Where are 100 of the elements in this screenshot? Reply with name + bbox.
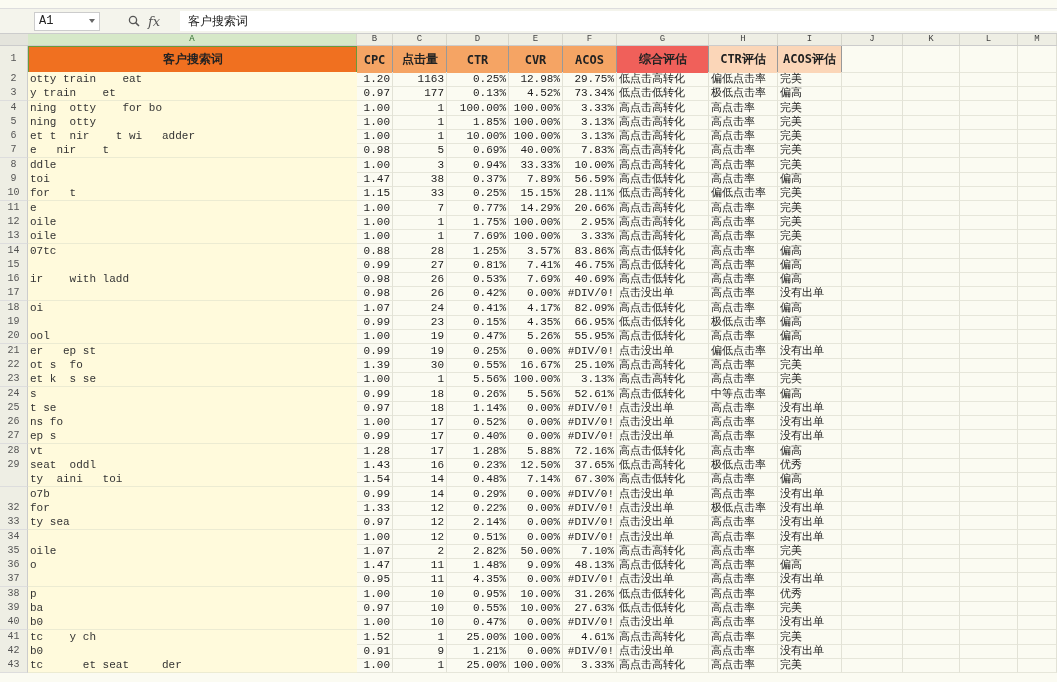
column-header[interactable]: B [357, 34, 393, 45]
table-cell: #DIV/0! [563, 400, 617, 416]
table-cell: 1.28% [447, 443, 509, 459]
table-cell: ty aini toi [28, 472, 357, 488]
column-header[interactable]: L [960, 34, 1018, 45]
empty-cell [903, 615, 960, 631]
empty-cell [960, 46, 1018, 73]
table-cell: 48.13% [563, 558, 617, 574]
column-header[interactable]: A [28, 34, 357, 45]
column-header[interactable]: G [617, 34, 709, 45]
table-cell: 高点击率 [709, 243, 778, 259]
table-cell: 极低点击率 [709, 86, 778, 102]
column-header[interactable]: J [842, 34, 903, 45]
table-cell: 100.00% [509, 114, 563, 130]
empty-cell [842, 200, 903, 216]
table-cell: 7.83% [563, 143, 617, 159]
empty-cell [960, 172, 1018, 188]
empty-cell [903, 357, 960, 373]
column-header[interactable]: E [509, 34, 563, 45]
table-cell: 83.86% [563, 243, 617, 259]
table-cell: 7.89% [509, 172, 563, 188]
table-cell: 11 [393, 558, 447, 574]
cell-reference-field[interactable]: A1 [34, 11, 100, 31]
table-cell: #DIV/0! [563, 343, 617, 359]
table-cell: 11 [393, 572, 447, 588]
empty-cell [1018, 643, 1057, 659]
table-cell: 完美 [778, 229, 842, 245]
empty-cell [842, 643, 903, 659]
table-cell: 0.69% [447, 143, 509, 159]
empty-cell [960, 157, 1018, 173]
function-label[interactable]: fx [148, 13, 161, 29]
table-cell: 高点击率 [709, 629, 778, 645]
table-cell: 完美 [778, 72, 842, 87]
empty-cell [903, 114, 960, 130]
table-cell: 16.67% [509, 357, 563, 373]
empty-cell [1018, 543, 1057, 559]
column-header[interactable]: M [1018, 34, 1057, 45]
table-cell: 1.47 [357, 172, 393, 188]
empty-cell [1018, 46, 1057, 73]
empty-cell [903, 400, 960, 416]
empty-cell [960, 615, 1018, 631]
column-header[interactable]: D [447, 34, 509, 45]
header-cell: CTR评估 [709, 46, 778, 73]
table-cell: 低点击高转化 [617, 458, 709, 473]
empty-cell [903, 558, 960, 574]
header-cell: ACOS评估 [778, 46, 842, 73]
empty-cell [1018, 143, 1057, 159]
table-cell: 10.00% [563, 157, 617, 173]
search-icon[interactable] [128, 15, 140, 27]
empty-cell [960, 343, 1018, 359]
table-cell: 0.55% [447, 601, 509, 616]
column-header[interactable]: F [563, 34, 617, 45]
empty-cell [903, 272, 960, 288]
row-header[interactable] [0, 472, 28, 488]
table-cell: 67.30% [563, 472, 617, 488]
empty-cell [1018, 315, 1057, 331]
table-cell: 高点击率 [709, 300, 778, 316]
empty-cell [1018, 243, 1057, 259]
table-cell: #DIV/0! [563, 415, 617, 431]
table-cell: 1.00 [357, 586, 393, 602]
table-cell: 高点击高转化 [617, 129, 709, 145]
formula-field[interactable]: 客户搜索词 [180, 11, 1057, 31]
table-cell: 0.00% [509, 415, 563, 431]
row-number: 20 [0, 329, 28, 345]
column-header[interactable]: H [709, 34, 778, 45]
empty-cell [1018, 343, 1057, 359]
table-cell: 3 [393, 157, 447, 173]
table-cell: 1.20 [357, 72, 393, 87]
table-cell: 高点击高转化 [617, 357, 709, 373]
empty-cell [1018, 472, 1057, 488]
table-cell: 7 [393, 200, 447, 216]
column-header[interactable]: I [778, 34, 842, 45]
empty-cell [903, 343, 960, 359]
table-cell: 25.10% [563, 357, 617, 373]
empty-cell [842, 143, 903, 159]
table-cell: 28.11% [563, 186, 617, 202]
table-cell: 高点击率 [709, 229, 778, 245]
empty-cell [960, 572, 1018, 588]
table-cell: 高点击率 [709, 114, 778, 130]
table-cell: 高点击低转化 [617, 329, 709, 345]
column-header[interactable]: K [903, 34, 960, 45]
table-cell: #DIV/0! [563, 615, 617, 631]
table-cell: 15.15% [509, 186, 563, 202]
empty-cell [903, 529, 960, 545]
table-cell: 没有出单 [778, 500, 842, 516]
table-cell: 0.95 [357, 572, 393, 588]
column-header[interactable]: C [393, 34, 447, 45]
table-cell: 1.75% [447, 214, 509, 230]
table-cell: 完美 [778, 357, 842, 373]
empty-cell [903, 458, 960, 473]
table-cell: 100.00% [509, 100, 563, 116]
empty-cell [903, 200, 960, 216]
table-cell: 0.95% [447, 586, 509, 602]
table-cell: 完美 [778, 629, 842, 645]
table-cell: 没有出单 [778, 643, 842, 659]
empty-cell [842, 214, 903, 230]
select-all-corner[interactable] [0, 34, 28, 45]
table-cell: 高点击率 [709, 400, 778, 416]
table-cell: 18 [393, 386, 447, 402]
empty-cell [1018, 257, 1057, 273]
